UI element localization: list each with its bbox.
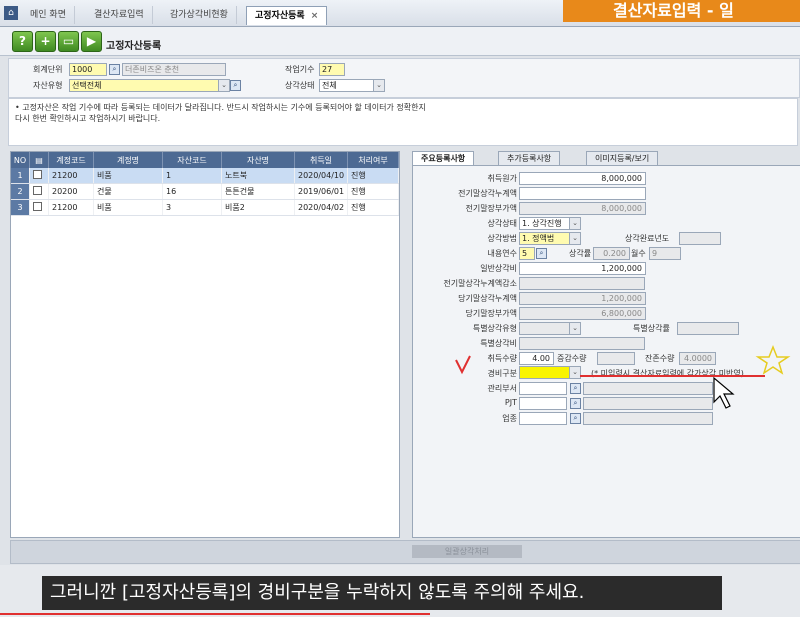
batch-depreciation-button[interactable]: 일괄상각처리 [412, 545, 522, 558]
annotation-overlay [455, 344, 791, 409]
progress-line [0, 613, 430, 615]
cursor-icon [713, 376, 735, 409]
video-subtitle: 그러니깐 [고정자산등록]의 경비구분을 누락하지 않도록 주의해 주세요. [42, 576, 722, 610]
bottom-bar [10, 540, 800, 564]
star-icon [755, 344, 791, 375]
checkmark-annotation [455, 355, 471, 375]
